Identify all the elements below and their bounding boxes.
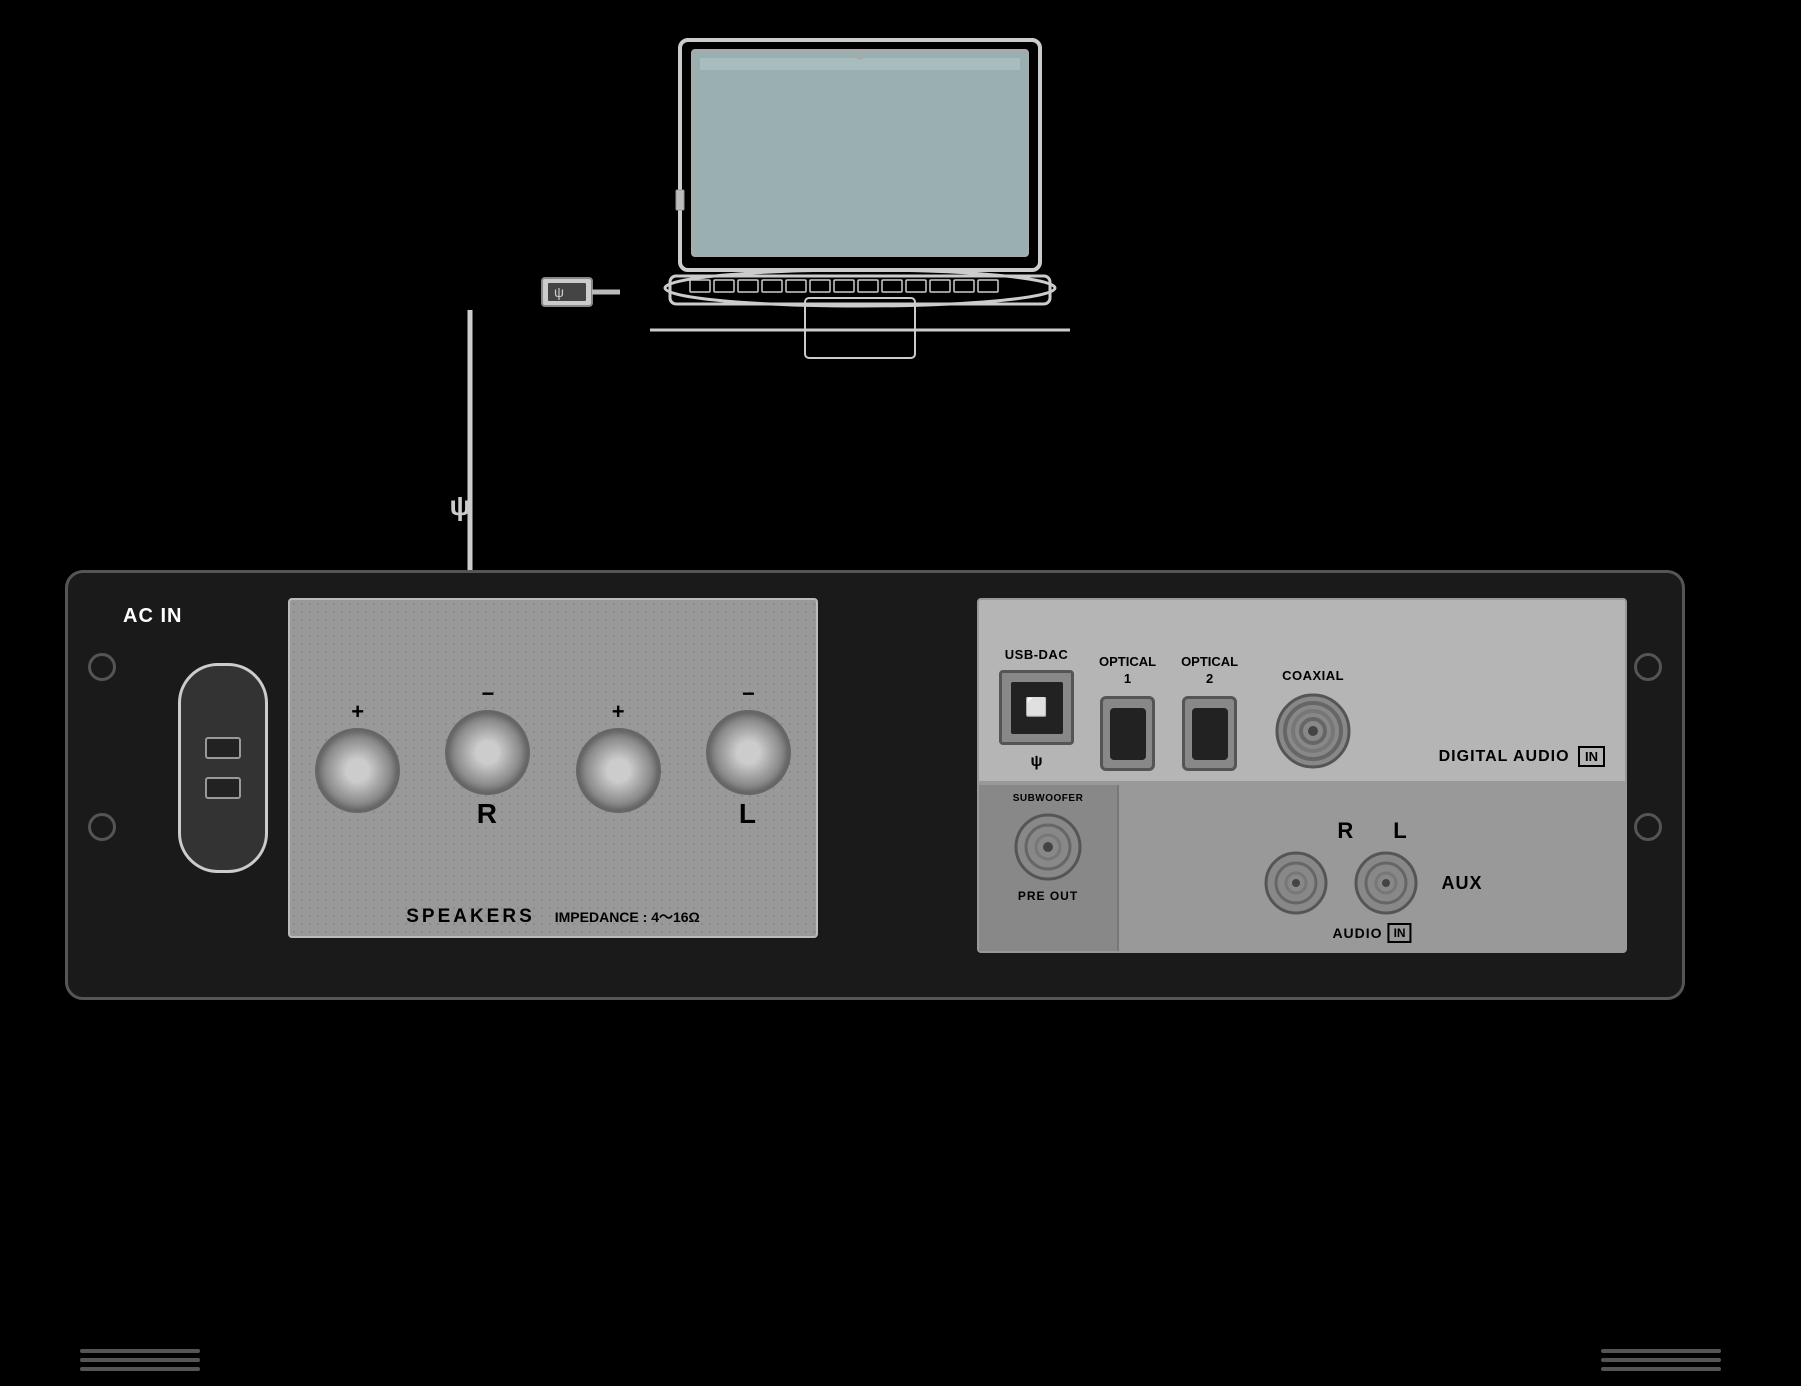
pre-out-label: PRE OUT (1018, 889, 1078, 903)
digital-audio-label: DIGITAL AUDIO (1439, 748, 1570, 765)
ac-slot-bottom (205, 777, 241, 799)
l-channel-label: L (1393, 818, 1406, 844)
channel-r-label: R (477, 798, 499, 830)
usb-symbol-cable: ψ (440, 490, 480, 522)
digital-audio-in-badge: IN (1578, 746, 1605, 767)
speakers-label: SPEAKERS (406, 906, 535, 928)
subwoofer-label: SUBWOOFER (1013, 793, 1084, 804)
audio-in-badge: IN (1388, 923, 1412, 943)
bottom-lines-left (80, 1349, 200, 1376)
mount-hole-left-bottom (88, 813, 116, 841)
terminal-r-minus: − R (445, 681, 530, 830)
optical1-group: OPTICAL1 (1099, 654, 1156, 771)
usb-dac-port: ⬜ (999, 670, 1074, 745)
coaxial-label: COAXIAL (1282, 668, 1344, 683)
device-panel: AC IN + − R (65, 570, 1685, 1000)
optical2-group: OPTICAL2 (1181, 654, 1238, 771)
optical1-port (1100, 696, 1155, 771)
digital-audio-label-area: DIGITAL AUDIO IN (1378, 748, 1605, 771)
digital-inputs-row: USB-DAC ⬜ ψ OPTICAL1 (977, 598, 1627, 783)
rca-r-port (1261, 848, 1331, 918)
rca-l-port (1351, 848, 1421, 918)
speaker-terminals: + − R + − L (295, 615, 811, 896)
channel-l-label: L (739, 798, 758, 830)
r-channel-label: R (1337, 818, 1353, 844)
optical2-label: OPTICAL2 (1181, 654, 1238, 688)
impedance-label: IMPEDANCE : 4～16Ω (555, 907, 700, 927)
usb-dac-group: USB-DAC ⬜ ψ (999, 647, 1074, 771)
terminal-l-minus: − L (706, 681, 791, 830)
terminal-l-plus: + (576, 699, 661, 813)
speaker-section: + − R + − L (288, 598, 818, 938)
optical1-label: OPTICAL1 (1099, 654, 1156, 688)
ac-connector (178, 663, 268, 873)
coaxial-group: COAXIAL (1273, 668, 1353, 771)
analog-section: SUBWOOFER PRE OUT R L (977, 783, 1627, 953)
mount-hole-left-top (88, 653, 116, 681)
laptop-illustration (620, 30, 1100, 390)
mount-hole-right-bottom (1634, 813, 1662, 841)
svg-text:ψ: ψ (554, 284, 564, 300)
audio-in-label: AUDIO (1332, 925, 1382, 941)
audio-in-section: R L (1119, 785, 1625, 951)
aux-label: AUX (1441, 873, 1482, 894)
bottom-lines-right (1601, 1349, 1721, 1376)
coaxial-port (1273, 691, 1353, 771)
terminal-r-plus: + (315, 699, 400, 813)
usb-symbol-port: ψ (1030, 753, 1042, 771)
mount-hole-right-top (1634, 653, 1662, 681)
speaker-footer: SPEAKERS IMPEDANCE : 4～16Ω (290, 906, 816, 928)
optical2-port (1182, 696, 1237, 771)
ac-in-label: AC IN (123, 603, 182, 629)
usb-plug-laptop: ψ (540, 268, 620, 318)
rca-ports-row: AUX (1261, 848, 1482, 918)
digital-audio-section: USB-DAC ⬜ ψ OPTICAL1 (977, 598, 1627, 953)
audio-in-label-row: AUDIO IN (1332, 923, 1411, 943)
diagram-container: ψ ψ ψ AC IN (0, 0, 1801, 1386)
subwoofer-port (1011, 810, 1086, 885)
rl-labels-row: R L (1337, 818, 1406, 844)
usb-dac-label: USB-DAC (1005, 647, 1068, 662)
ac-slot-top (205, 737, 241, 759)
ac-in-section: AC IN (123, 603, 182, 629)
pre-out-section: SUBWOOFER PRE OUT (979, 785, 1119, 951)
